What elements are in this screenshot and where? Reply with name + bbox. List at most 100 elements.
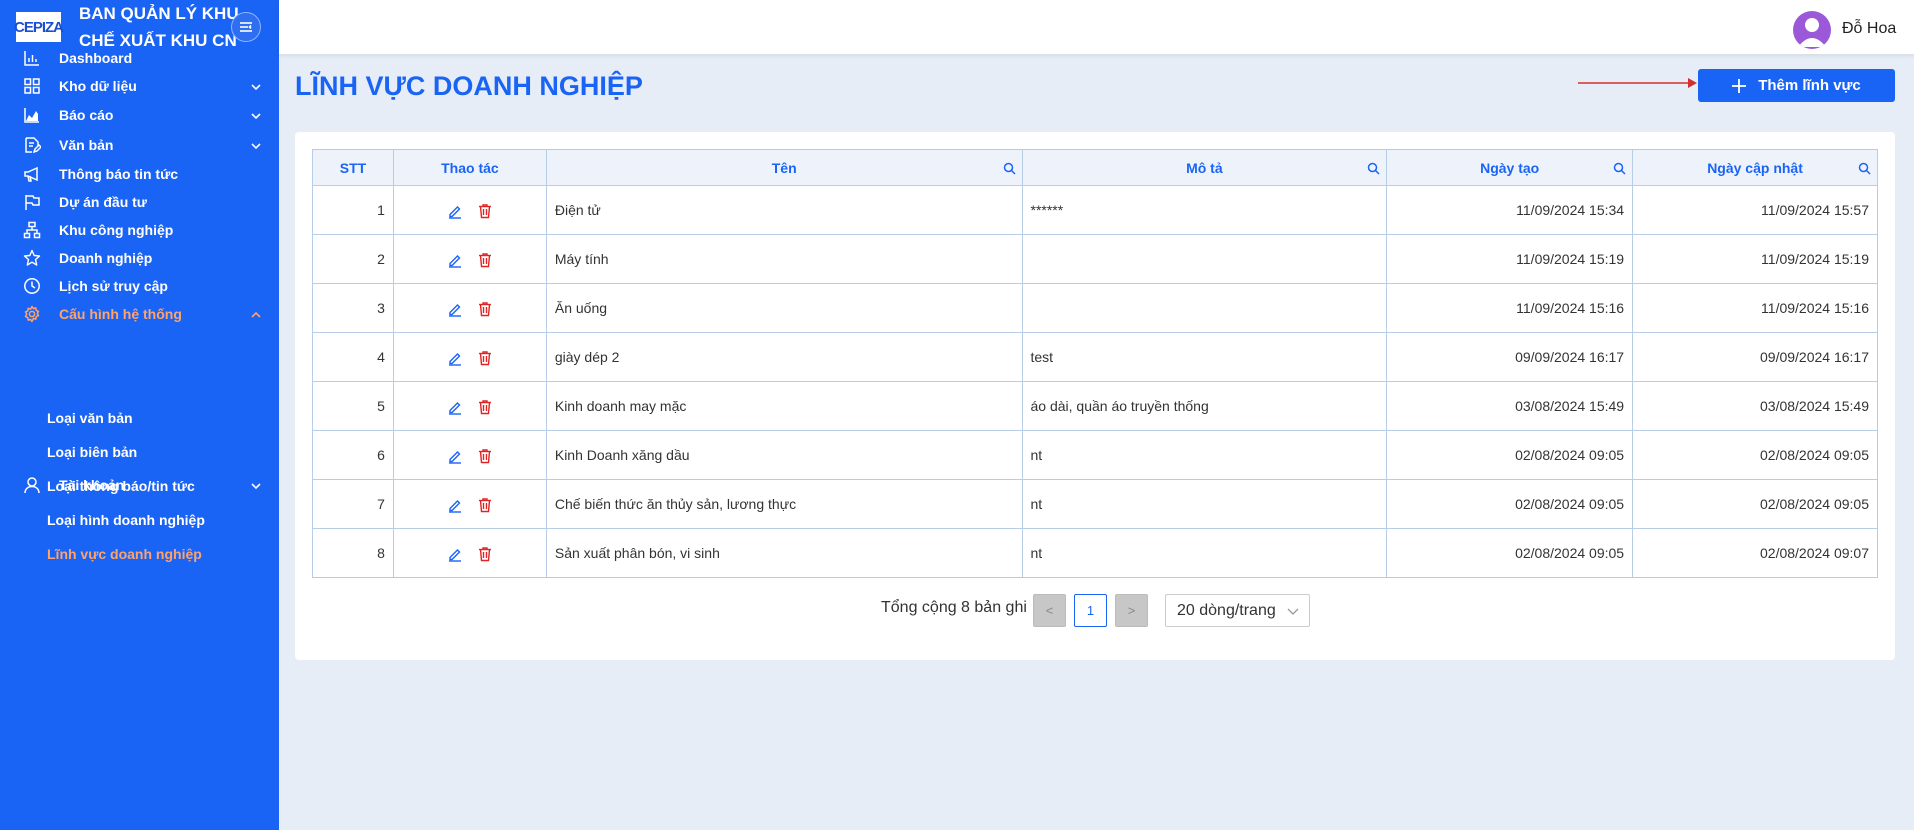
- sidebar-item-7[interactable]: Khu công nghiệp: [0, 215, 279, 245]
- cell-actions: [392, 283, 547, 333]
- cell-created: 09/09/2024 16:17: [1386, 332, 1634, 382]
- avatar[interactable]: [1793, 11, 1831, 49]
- table-row: 3 Ăn uống 11/09/2024 15:16 11/09/2024 15:16: [312, 283, 1878, 333]
- brand-title-line1: BAN QUẢN LÝ KHU: [79, 4, 239, 23]
- cell-updated: 11/09/2024 15:19: [1632, 234, 1878, 284]
- sidebar-subitem-5[interactable]: Lĩnh vực doanh nghiệp: [47, 546, 202, 562]
- sidebar-item-5[interactable]: Thông báo tin tức: [0, 159, 279, 189]
- search-icon[interactable]: [1858, 162, 1871, 175]
- cell-description: nt: [1021, 479, 1388, 529]
- megaphone-icon: [23, 165, 41, 183]
- org-chart-icon: [23, 221, 41, 239]
- cell-description: nt: [1021, 528, 1388, 578]
- cell-created: 11/09/2024 15:34: [1386, 185, 1634, 235]
- cell-name: Kinh Doanh xăng dầu: [545, 430, 1023, 480]
- delete-icon[interactable]: [477, 350, 493, 366]
- sidebar-item-label: Doanh nghiệp: [59, 250, 153, 266]
- sidebar-item-label: Kho dữ liệu: [59, 78, 137, 94]
- search-icon[interactable]: [1613, 162, 1626, 175]
- sidebar-subitem-3[interactable]: Loại thông báo/tin tức: [47, 478, 195, 494]
- cell-stt: 1: [312, 185, 394, 235]
- chevron-up-icon: [250, 308, 262, 320]
- sidebar-item-label: Dự án đầu tư: [59, 194, 147, 210]
- cell-name: Sản xuất phân bón, vi sinh: [545, 528, 1023, 578]
- edit-icon[interactable]: [447, 301, 463, 317]
- prev-page-button[interactable]: <: [1033, 594, 1066, 627]
- delete-icon[interactable]: [477, 301, 493, 317]
- cell-name: giày dép 2: [545, 332, 1023, 382]
- table-header-row: STT Thao tác Tên Mô tả Ngày tạo Ngày cập…: [312, 149, 1878, 186]
- sidebar-subitem-2[interactable]: Loại biên bản: [47, 444, 137, 460]
- cell-stt: 8: [312, 528, 394, 578]
- pagination-total: Tổng cộng 8 bản ghi: [881, 599, 1027, 616]
- sidebar-item-1[interactable]: Dashboard: [0, 43, 279, 73]
- delete-icon[interactable]: [477, 448, 493, 464]
- add-field-button-label: Thêm lĩnh vực: [1758, 77, 1861, 94]
- column-header-stt: STT: [312, 149, 394, 186]
- chevron-down-icon: [1287, 608, 1299, 615]
- sidebar-toggle-button[interactable]: [231, 12, 261, 42]
- page-1-button[interactable]: 1: [1074, 594, 1107, 627]
- cell-stt: 6: [312, 430, 394, 480]
- cell-actions: [392, 430, 547, 480]
- sidebar-item-10[interactable]: Cấu hình hệ thống: [0, 299, 279, 329]
- cell-name: Chế biến thức ăn thủy sản, lương thực: [545, 479, 1023, 529]
- edit-icon[interactable]: [447, 497, 463, 513]
- edit-icon[interactable]: [447, 350, 463, 366]
- sidebar-item-8[interactable]: Doanh nghiệp: [0, 243, 279, 273]
- user-avatar-icon: [1798, 18, 1826, 47]
- plus-icon: [1732, 78, 1747, 93]
- column-header-name: Tên: [545, 149, 1023, 186]
- chevron-down-icon: [250, 80, 262, 92]
- table-row: 5 Kinh doanh may mặc áo dài, quần áo truyề…: [312, 381, 1878, 431]
- edit-icon[interactable]: [447, 203, 463, 219]
- delete-icon[interactable]: [477, 399, 493, 415]
- table-row: 7 Chế biến thức ăn thủy sản, lương thực nt…: [312, 479, 1878, 529]
- cell-actions: [392, 332, 547, 382]
- menu-collapse-icon: [240, 22, 252, 32]
- document-edit-icon: [23, 136, 43, 154]
- next-page-button[interactable]: >: [1115, 594, 1148, 627]
- cell-description: [1021, 234, 1388, 284]
- edit-icon[interactable]: [447, 399, 463, 415]
- edit-icon[interactable]: [447, 448, 463, 464]
- sidebar-item-9[interactable]: Lịch sử truy cập: [0, 271, 279, 301]
- logo: CEPIZA: [14, 10, 64, 44]
- sidebar-subitem-4[interactable]: Loại hình doanh nghiệp: [47, 512, 205, 528]
- sidebar-subitem-1[interactable]: Loại văn bản: [47, 410, 133, 426]
- search-icon[interactable]: [1367, 162, 1380, 175]
- edit-icon[interactable]: [447, 252, 463, 268]
- column-header-actions: Thao tác: [392, 149, 547, 186]
- grid-icon: [23, 77, 41, 95]
- cell-name: Máy tính: [545, 234, 1023, 284]
- add-field-button[interactable]: Thêm lĩnh vực: [1698, 69, 1895, 102]
- cell-actions: [392, 381, 547, 431]
- sidebar-item-label: Thông báo tin tức: [59, 166, 179, 182]
- page-size-value: 20 dòng/trang: [1177, 601, 1276, 619]
- cell-created: 02/08/2024 09:05: [1386, 528, 1634, 578]
- cell-actions: [392, 479, 547, 529]
- edit-icon[interactable]: [447, 546, 463, 562]
- cell-updated: 09/09/2024 16:17: [1632, 332, 1878, 382]
- cell-updated: 03/08/2024 15:49: [1632, 381, 1878, 431]
- sidebar-item-3[interactable]: Báo cáo: [0, 100, 279, 130]
- sidebar-item-2[interactable]: Kho dữ liệu: [0, 71, 279, 101]
- sidebar-item-4[interactable]: Văn bản: [0, 130, 279, 160]
- table-row: 6 Kinh Doanh xăng dầu nt 02/08/2024 09:05 02…: [312, 430, 1878, 480]
- username[interactable]: Đỗ Hoa: [1842, 20, 1896, 38]
- cell-updated: 02/08/2024 09:05: [1632, 479, 1878, 529]
- delete-icon[interactable]: [477, 497, 493, 513]
- cell-description: áo dài, quần áo truyền thống: [1021, 381, 1388, 431]
- sidebar-item-label: Văn bản: [59, 137, 114, 153]
- arrow-annotation: [1578, 78, 1697, 88]
- page-size-select[interactable]: 20 dòng/trang: [1165, 594, 1310, 627]
- sidebar-item-6[interactable]: Dự án đầu tư: [0, 187, 279, 217]
- delete-icon[interactable]: [477, 546, 493, 562]
- cell-name: Ăn uống: [545, 283, 1023, 333]
- cell-description: [1021, 283, 1388, 333]
- search-icon[interactable]: [1003, 162, 1016, 175]
- chevron-down-icon: [250, 109, 262, 121]
- delete-icon[interactable]: [477, 252, 493, 268]
- delete-icon[interactable]: [477, 203, 493, 219]
- chevron-down-icon: [250, 479, 262, 491]
